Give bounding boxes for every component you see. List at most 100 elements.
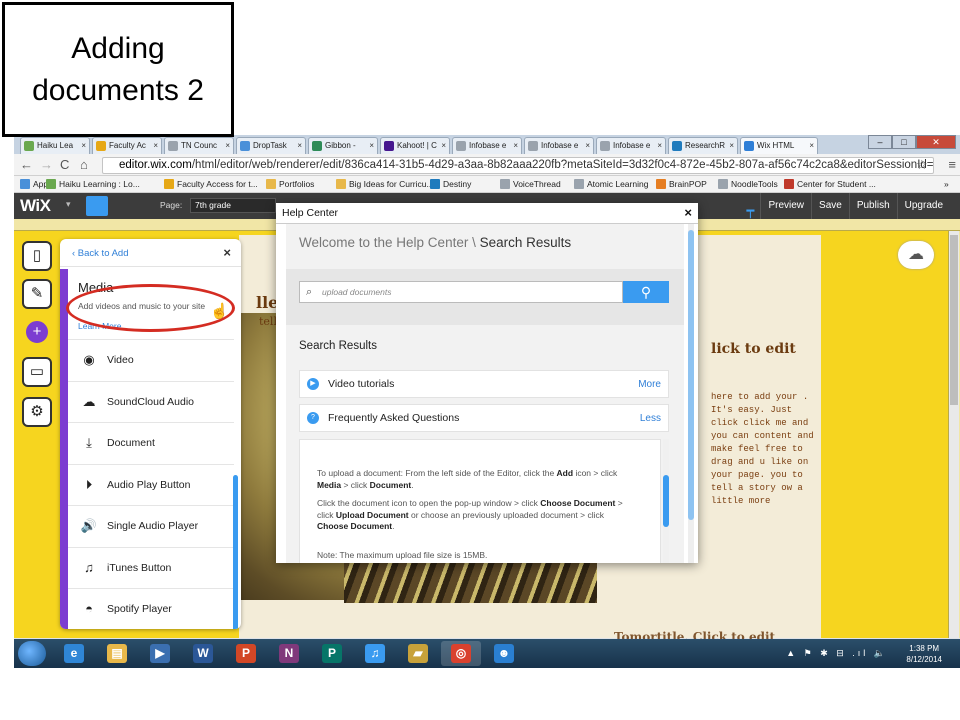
help-breadcrumb: Welcome to the Help Center \ Search Resu… [299,235,571,250]
panel-header: ‹ Back to Add × [60,239,241,267]
start-button[interactable] [18,641,46,666]
media-item-audio-play-button[interactable]: ⏵ Audio Play Button [68,463,234,505]
site-paragraph[interactable]: here to add your . It's easy. Just click… [711,391,821,508]
onenote-taskbar-button[interactable]: N [269,641,309,666]
speaker-icon: 🔊 [80,518,98,533]
help-content: Welcome to the Help Center \ Search Resu… [286,224,684,563]
pages-icon[interactable]: ▯ [22,241,52,271]
help-dialog-title: Help Center [282,207,339,219]
media-item-itunes-button[interactable]: ♫ iTunes Button [68,546,234,588]
sticky-folder-taskbar-button[interactable]: ▰ [398,641,438,666]
media-item-single-audio-player[interactable]: 🔊 Single Audio Player [68,505,234,546]
panel-close-icon[interactable]: × [223,245,231,260]
media-player-icon: ▶ [150,644,170,663]
result-row-faq[interactable]: ? Frequently Asked Questions Less [299,404,669,432]
clock-date: 8/12/2014 [906,655,942,664]
question-circle-icon: ? [307,412,319,424]
result-label: Frequently Asked Questions [328,412,460,424]
media-item-label: Spotify Player [107,603,172,615]
answer-scroll-thumb[interactable] [663,475,669,527]
media-item-label: Audio Play Button [107,478,191,491]
publisher-icon: P [322,644,342,663]
help-search-input[interactable]: ⌕ upload documents [299,281,623,303]
help-search-value: upload documents [322,287,392,297]
people-taskbar-button[interactable]: ☻ [484,641,524,666]
caption-line-2: documents 2 [32,73,204,107]
document-icon: ⤓ [86,435,92,450]
media-item-label: Video [107,354,134,366]
word-icon: W [193,644,213,663]
back-to-add-link[interactable]: ‹ Back to Add [72,248,129,259]
less-link[interactable]: Less [640,413,661,424]
caption-line-1: Adding [71,31,165,65]
chat-bubble-icon[interactable]: ☁ [898,241,934,269]
itunes-icon: ♫ [365,644,385,663]
media-item-label: Single Audio Player [107,520,199,532]
more-link[interactable]: More [638,379,661,390]
hand-cursor-icon: ☝ [210,303,229,320]
settings-gear-icon[interactable]: ⚙ [22,397,52,427]
media-item-spotify-player[interactable]: ◓ Spotify Player [68,588,234,629]
result-label: Video tutorials [328,378,395,390]
chrome-taskbar-button[interactable]: ◎ [441,641,481,666]
media-item-label: iTunes Button [107,561,172,574]
add-icon[interactable]: + [26,321,48,343]
powerpoint-icon: P [236,644,256,663]
media-item-label: Document [107,437,155,449]
answer-note: Note: The maximum upload file size is 15… [317,550,488,560]
onenote-icon: N [279,644,299,663]
breadcrumb-current: Search Results [479,235,572,250]
internet-explorer-icon: e [64,644,84,663]
help-scrollbar[interactable] [688,224,694,563]
design-brush-icon[interactable]: ✎ [22,279,52,309]
slide-caption: Adding documents 2 [2,2,234,137]
media-item-document[interactable]: ⤓ Document [68,422,234,463]
panel-accent-stripe [60,269,68,629]
file-explorer-icon: ▤ [107,644,127,663]
search-results-heading: Search Results [299,340,377,352]
help-close-icon[interactable]: × [684,205,692,220]
help-search-button[interactable]: ⚲ [623,281,669,303]
clock[interactable]: 1:38 PM 8/12/2014 [906,643,942,665]
spotify-icon: ◓ [85,601,93,616]
people-icon: ☻ [494,644,514,663]
slide: Adding documents 2 Haiku Lea × Faculty Ac ×… [0,0,960,720]
music-note-icon: ♫ [84,559,94,575]
help-search-band: ⌕ upload documents ⚲ [286,269,684,325]
word-taskbar-button[interactable]: W [183,641,223,666]
media-item-video[interactable]: ◉ Video [68,339,234,380]
tray-icons[interactable]: ▲ ⚑ ✱ ⊟ .ıl 🔈 [786,648,888,659]
media-item-soundcloud-audio[interactable]: ☁ SoundCloud Audio [68,380,234,422]
editor-scrollbar[interactable] [949,231,959,638]
publisher-taskbar-button[interactable]: P [312,641,352,666]
answer-paragraph-2: Click the document icon to open the pop-… [317,498,623,531]
result-row-video-tutorials[interactable]: ▶ Video tutorials More [299,370,669,398]
site-heading[interactable]: lick to edit [711,341,796,357]
powerpoint-taskbar-button[interactable]: P [226,641,266,666]
video-icon: ◉ [83,352,95,367]
breadcrumb-root[interactable]: Welcome to the Help Center \ [299,235,480,250]
itunes-taskbar-button[interactable]: ♫ [355,641,395,666]
help-dialog-titlebar: Help Center × [276,203,698,224]
play-circle-icon: ▶ [307,378,319,390]
scrollbar-thumb[interactable] [950,235,958,405]
answer-scrollbar[interactable] [663,439,669,563]
audio-play-button-icon: ⏵ [85,476,93,492]
file-explorer-taskbar-button[interactable]: ▤ [97,641,137,666]
media-item-label: SoundCloud Audio [107,395,194,408]
app-market-icon[interactable]: ▭ [22,357,52,387]
internet-explorer-taskbar-button[interactable]: e [54,641,94,666]
help-scroll-thumb[interactable] [688,230,694,520]
editor-area: llery tell y lick to edit here to add yo… [14,135,960,667]
answer-paragraph-1: To upload a document: From the left side… [317,468,618,490]
panel-scrollbar[interactable] [233,475,238,629]
help-center-dialog: Help Center × Welcome to the Help Center… [276,203,698,563]
soundcloud-icon: ☁ [82,393,96,409]
search-icon: ⌕ [306,286,313,298]
faq-answer: To upload a document: From the left side… [299,439,661,563]
media-player-taskbar-button[interactable]: ▶ [140,641,180,666]
windows-taskbar: e ▤ ▶ W P N P ♫ ▰ ◎ ☻ ▲ ⚑ ✱ ⊟ .ıl 🔈 1:38 PM 8/12/2… [14,639,960,668]
sticky-folder-icon: ▰ [408,644,428,663]
clock-time: 1:38 PM [909,644,940,653]
chrome-icon: ◎ [451,644,471,663]
